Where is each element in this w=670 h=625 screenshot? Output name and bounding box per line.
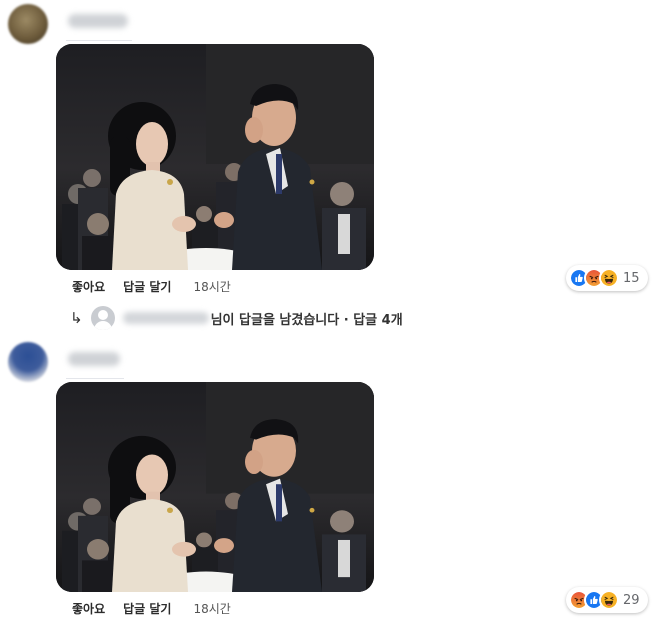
replies-summary-text: 님이 답글을 남겼습니다 · 답글 4개 — [210, 312, 403, 328]
reaction-count: 29 — [623, 592, 640, 608]
like-button[interactable]: 좋아요 — [72, 600, 105, 617]
comment-actions: 좋아요 답글 달기 18시간 — [72, 278, 231, 295]
commenter-name-blurred[interactable] — [68, 352, 120, 366]
replier-name-blurred — [122, 312, 209, 324]
comment-photo[interactable] — [56, 44, 374, 270]
commenter-avatar[interactable] — [8, 4, 48, 44]
name-divider — [66, 40, 132, 41]
view-replies-link[interactable]: ↳ 님이 답글을 남겼습니다 · 답글 4개 — [70, 306, 403, 330]
commenter-name-blurred[interactable] — [68, 14, 128, 28]
commenter-avatar[interactable] — [8, 342, 48, 382]
comment-photo[interactable] — [56, 382, 374, 592]
reply-arrow-icon: ↳ — [70, 309, 83, 327]
comment-timestamp[interactable]: 18시간 — [193, 278, 230, 295]
comment-timestamp[interactable]: 18시간 — [193, 600, 230, 617]
reply-button[interactable]: 답글 달기 — [123, 600, 171, 617]
reaction-summary[interactable]: 29 — [566, 587, 648, 613]
haha-icon — [599, 268, 619, 288]
reaction-count: 15 — [623, 270, 640, 286]
replier-avatar — [90, 306, 115, 330]
like-button[interactable]: 좋아요 — [72, 278, 105, 295]
comment-actions: 좋아요 답글 달기 18시간 — [72, 600, 231, 617]
reaction-summary[interactable]: 15 — [566, 265, 648, 291]
haha-icon — [599, 590, 619, 610]
name-divider — [66, 378, 124, 379]
reply-button[interactable]: 답글 달기 — [123, 278, 171, 295]
